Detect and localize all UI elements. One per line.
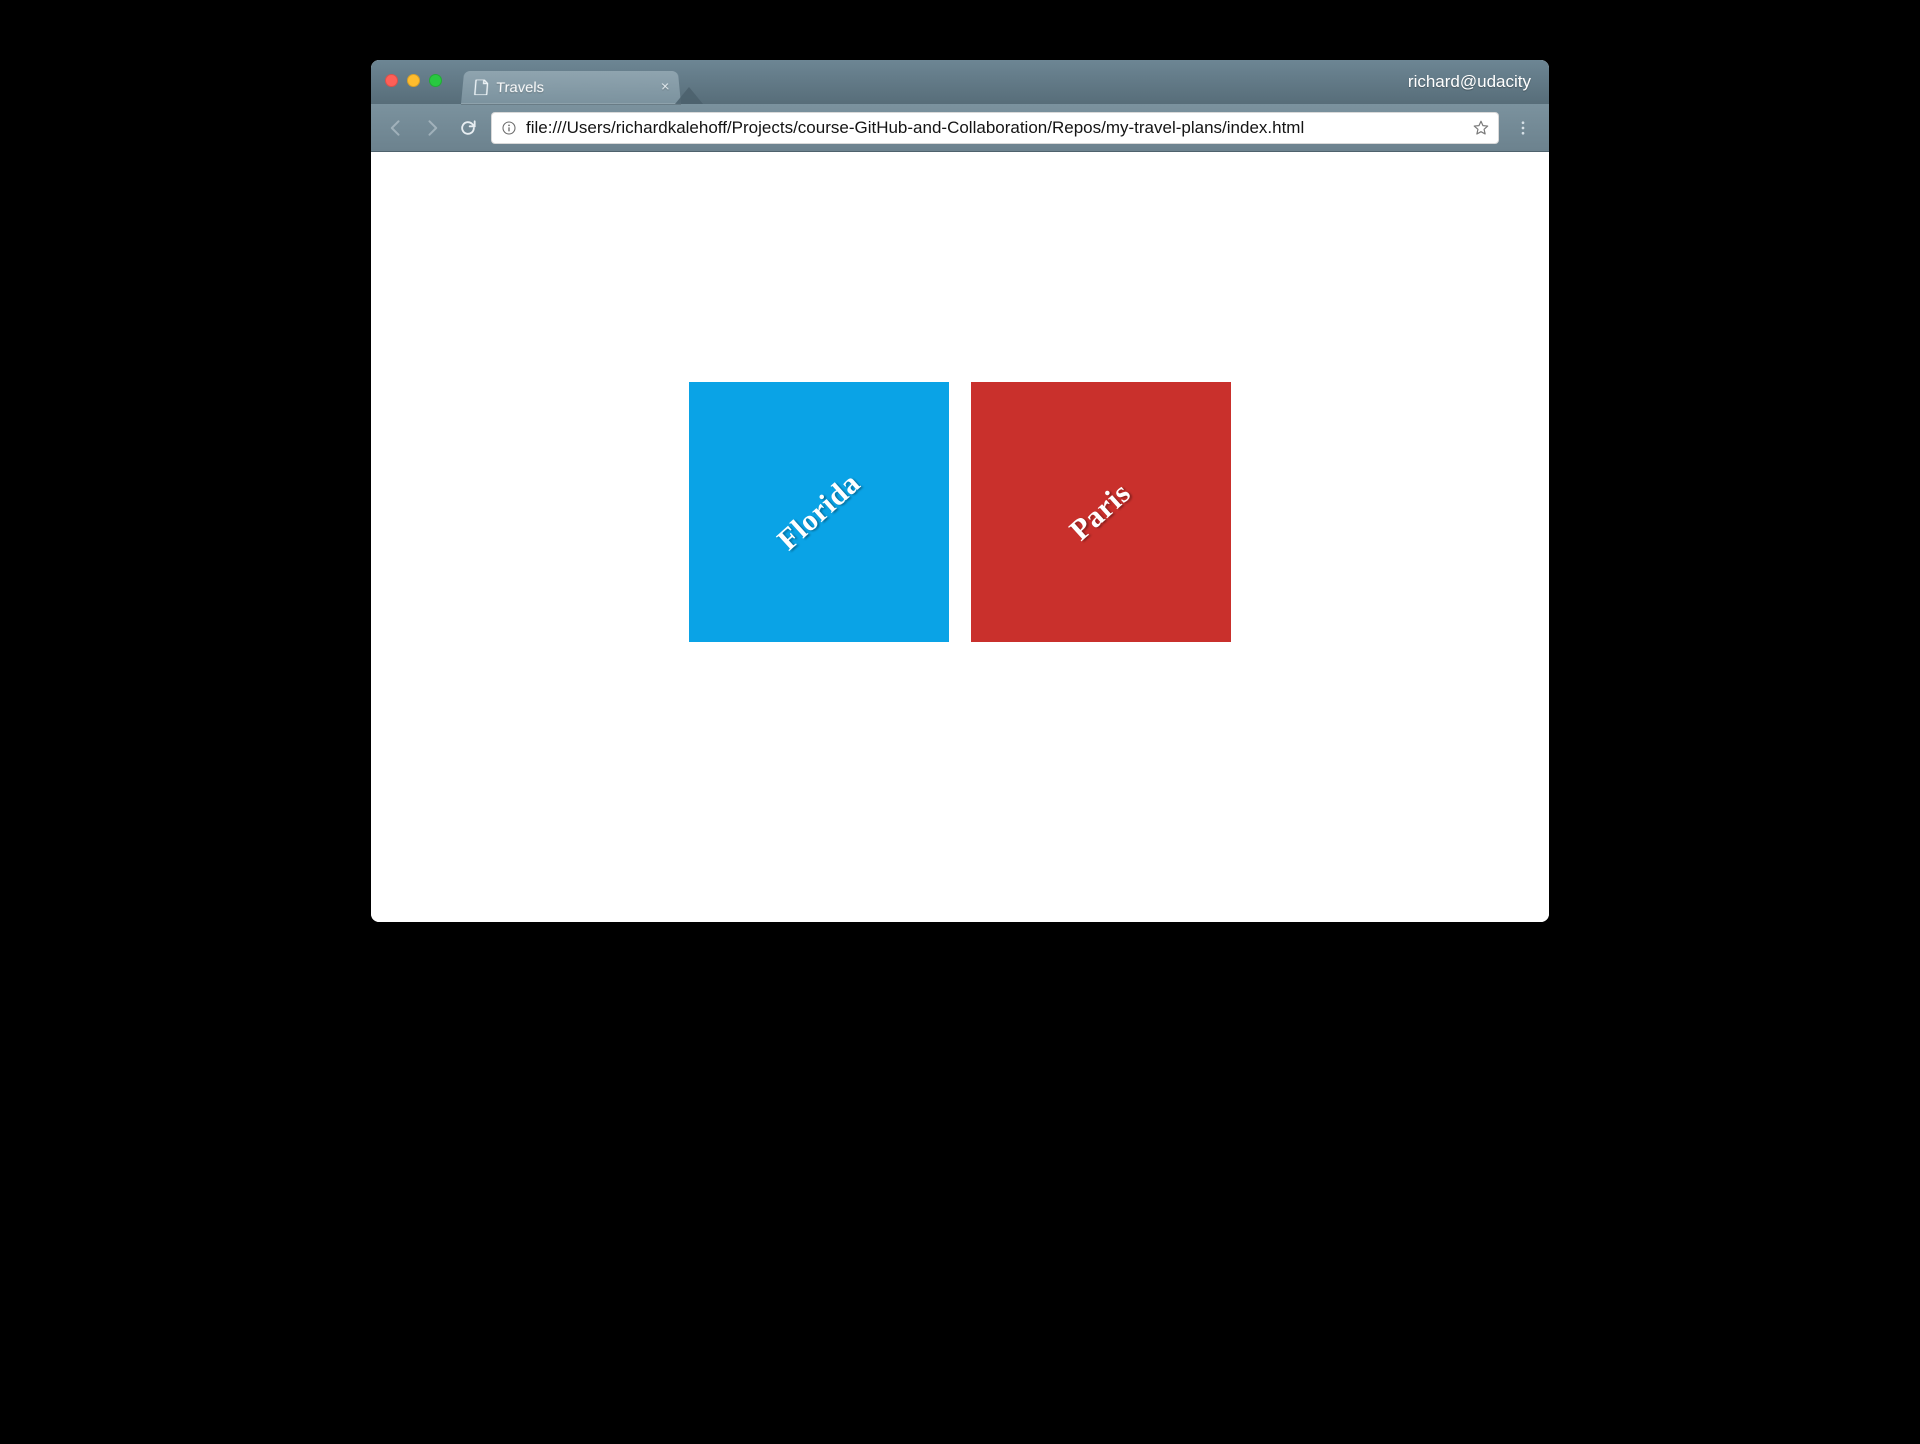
browser-window: Travels × richard@udacity — [371, 60, 1549, 922]
window-close-button[interactable] — [385, 74, 398, 87]
site-info-icon[interactable] — [500, 119, 518, 137]
back-button[interactable] — [383, 115, 409, 141]
profile-label[interactable]: richard@udacity — [1408, 72, 1531, 92]
tab-active[interactable]: Travels × — [461, 71, 681, 104]
destination-card-florida: Florida — [689, 382, 949, 642]
window-fullscreen-button[interactable] — [429, 74, 442, 87]
file-icon — [474, 80, 489, 95]
window-minimize-button[interactable] — [407, 74, 420, 87]
close-tab-icon[interactable]: × — [660, 80, 670, 95]
destination-label: Paris — [1064, 476, 1138, 548]
titlebar: Travels × richard@udacity — [371, 60, 1549, 104]
reload-button[interactable] — [455, 115, 481, 141]
window-controls — [385, 74, 442, 87]
bookmark-star-icon[interactable] — [1472, 119, 1490, 137]
destination-cards: Florida Paris — [371, 382, 1549, 642]
destination-card-paris: Paris — [971, 382, 1231, 642]
forward-button[interactable] — [419, 115, 445, 141]
browser-menu-button[interactable] — [1509, 114, 1537, 142]
address-bar[interactable] — [491, 112, 1499, 144]
tab-title: Travels — [496, 79, 545, 95]
new-tab-button[interactable] — [675, 70, 703, 104]
destination-label: Florida — [771, 466, 867, 557]
tab-strip: Travels × — [461, 60, 703, 104]
url-input[interactable] — [526, 118, 1464, 138]
page-viewport: Florida Paris — [371, 152, 1549, 922]
toolbar — [371, 104, 1549, 152]
